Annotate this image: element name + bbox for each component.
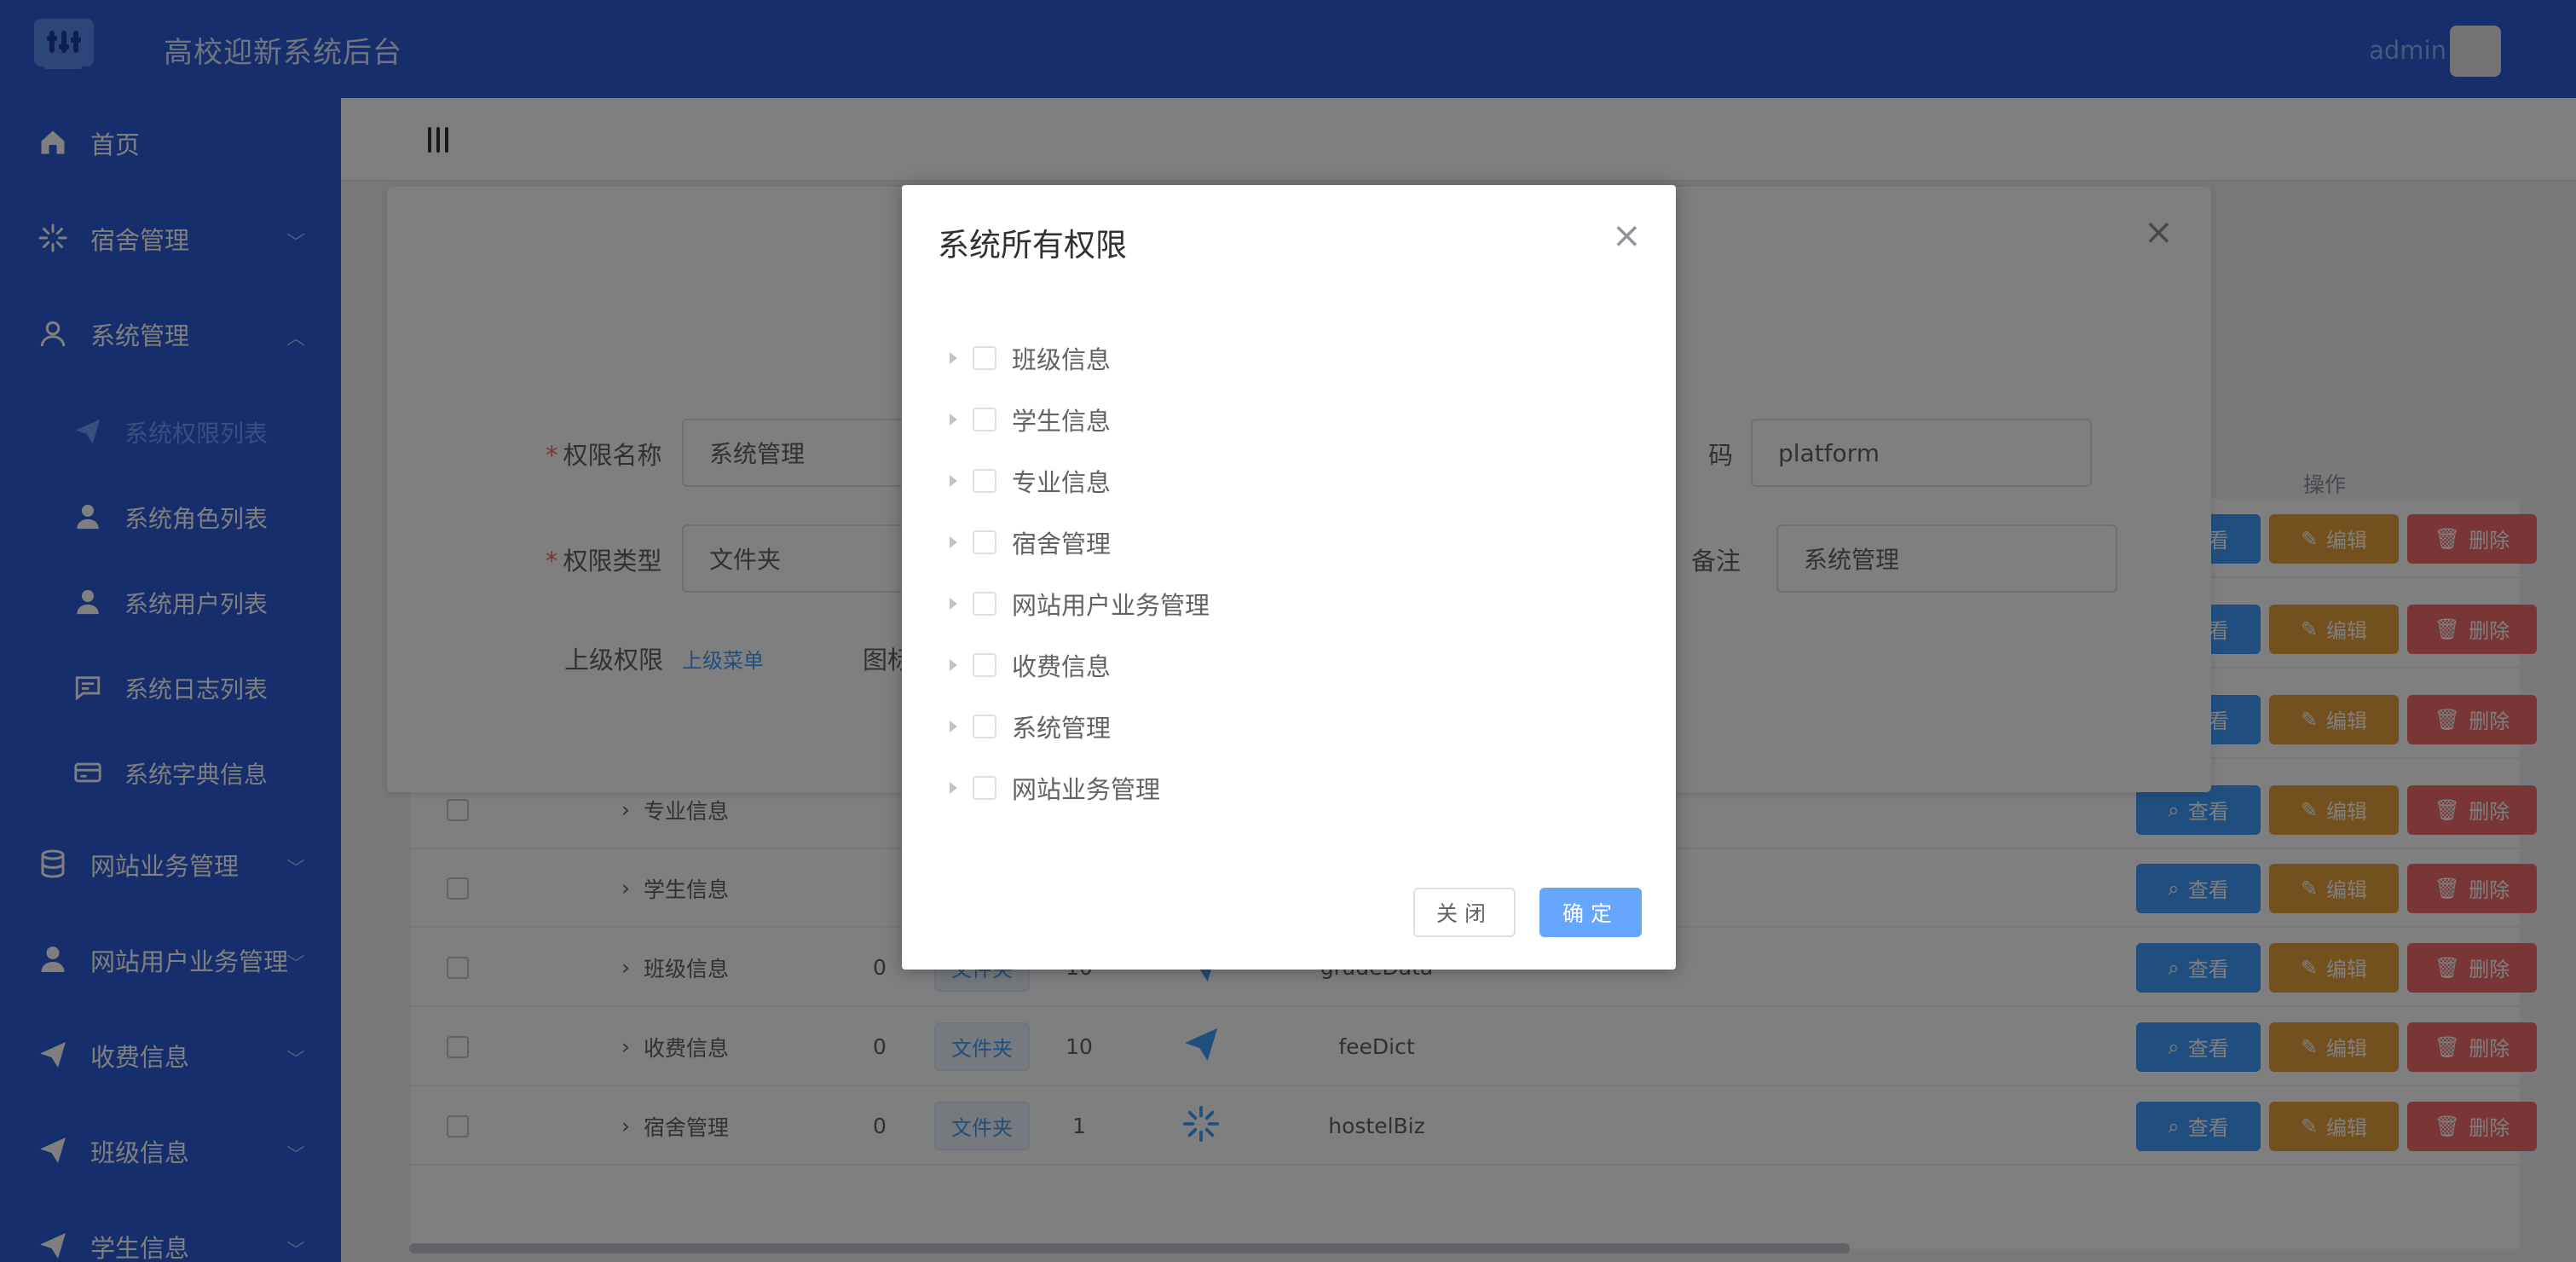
tree-node[interactable]: 系统管理	[950, 705, 1111, 748]
all-permissions-dialog: 系统所有权限 × 班级信息学生信息专业信息宿舍管理网站用户业务管理 收费信息系统管…	[902, 185, 1676, 970]
tree-node-label: 班级信息	[1012, 345, 1112, 374]
caret-right-icon[interactable]	[950, 475, 957, 487]
caret-right-icon[interactable]	[950, 598, 957, 610]
tree-node[interactable]: 网站业务管理	[950, 767, 1160, 809]
tree-node-label: 网站业务管理	[1012, 775, 1161, 804]
tree-node-label: 收费信息	[1012, 652, 1112, 681]
caret-right-icon[interactable]	[950, 536, 957, 548]
tree-node[interactable]: 专业信息	[950, 460, 1111, 502]
tree-node-checkbox[interactable]	[973, 592, 996, 616]
close-button[interactable]: 关闭	[1413, 888, 1516, 937]
caret-right-icon[interactable]	[950, 352, 957, 364]
tree-node[interactable]: 学生信息	[950, 398, 1111, 441]
caret-right-icon[interactable]	[950, 414, 957, 425]
tree-node[interactable]: 班级信息	[950, 337, 1111, 379]
dialog-title: 系统所有权限	[938, 227, 1127, 263]
tree-node-checkbox[interactable]	[973, 715, 996, 738]
tree-node-checkbox[interactable]	[973, 469, 996, 493]
caret-right-icon[interactable]	[950, 721, 957, 732]
tree-node-checkbox[interactable]	[973, 530, 996, 554]
tree-node-checkbox[interactable]	[973, 653, 996, 677]
tree-node[interactable]: 宿舍管理	[950, 521, 1111, 564]
tree-node-label: 网站用户业务管理	[1012, 591, 1210, 620]
tree-node-label: 宿舍管理	[1012, 530, 1112, 559]
tree-node-checkbox[interactable]	[973, 776, 996, 800]
caret-right-icon[interactable]	[950, 782, 957, 794]
tree-node-label: 系统管理	[1012, 714, 1112, 743]
tree-node-checkbox[interactable]	[973, 408, 996, 431]
tree-node[interactable]: 网站用户业务管理	[950, 582, 1210, 625]
tree-node-label: 专业信息	[1012, 468, 1112, 497]
tree-node-checkbox[interactable]	[973, 346, 996, 370]
tree-node[interactable]: 收费信息	[950, 644, 1111, 686]
tree-node-label: 学生信息	[1012, 407, 1112, 436]
confirm-button[interactable]: 确定	[1539, 888, 1642, 937]
close-icon[interactable]: ×	[1612, 214, 1642, 256]
caret-right-icon[interactable]	[950, 659, 957, 671]
